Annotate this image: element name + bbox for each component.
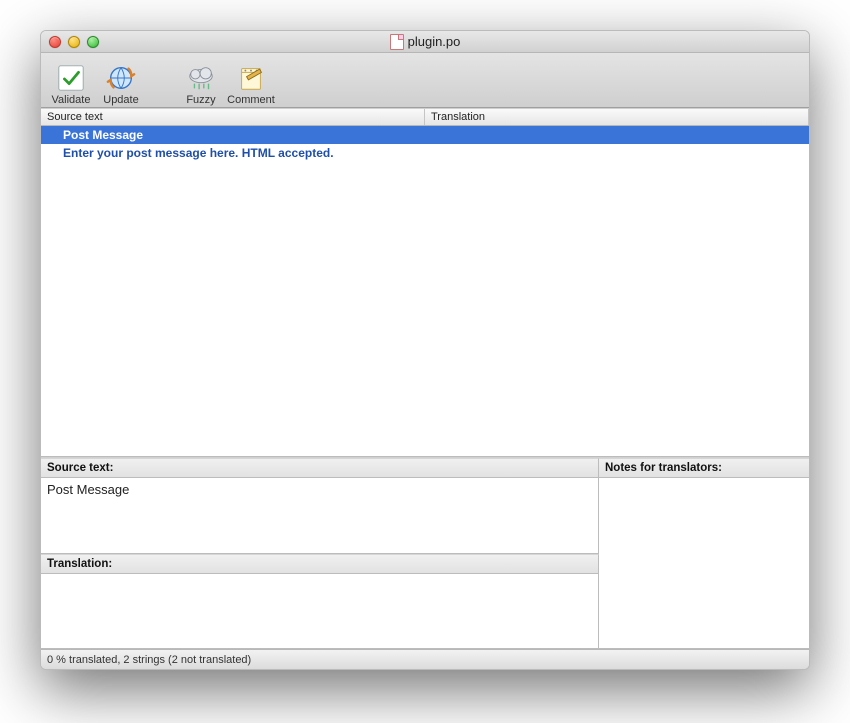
- column-translation-label: Translation: [431, 111, 485, 123]
- cloud-icon: [185, 62, 217, 94]
- column-source[interactable]: Source text: [41, 109, 425, 125]
- update-label: Update: [103, 94, 138, 106]
- app-window: plugin.po Validate Update: [40, 30, 810, 670]
- window-controls: [49, 36, 99, 48]
- list-item[interactable]: Enter your post message here. HTML accep…: [41, 144, 809, 162]
- strings-list[interactable]: Post Message Enter your post message her…: [41, 126, 809, 457]
- checkmark-icon: [55, 62, 87, 94]
- source-text-value: Post Message: [47, 482, 129, 497]
- window-title-text: plugin.po: [408, 34, 461, 49]
- toolbar: Validate Update: [41, 53, 809, 108]
- globe-refresh-icon: [105, 62, 137, 94]
- zoom-icon[interactable]: [87, 36, 99, 48]
- notepad-pencil-icon: [235, 62, 267, 94]
- fuzzy-button[interactable]: Fuzzy: [177, 56, 225, 106]
- validate-button[interactable]: Validate: [47, 56, 95, 106]
- comment-button[interactable]: Comment: [227, 56, 275, 106]
- notes-pane: [599, 478, 809, 649]
- list-item[interactable]: Post Message: [41, 126, 809, 144]
- update-button[interactable]: Update: [97, 56, 145, 106]
- fuzzy-label: Fuzzy: [186, 94, 215, 106]
- list-item-source: Post Message: [63, 128, 143, 142]
- translation-input[interactable]: [41, 574, 599, 650]
- source-text-pane: Post Message: [41, 478, 599, 554]
- source-text-label: Source text:: [41, 458, 599, 478]
- titlebar: plugin.po: [41, 31, 809, 53]
- translation-label: Translation:: [41, 554, 599, 574]
- validate-label: Validate: [52, 94, 91, 106]
- document-icon: [390, 34, 404, 50]
- editor-panel: Source text: Post Message Translation: N…: [41, 457, 809, 649]
- status-text: 0 % translated, 2 strings (2 not transla…: [47, 654, 251, 666]
- list-item-source: Enter your post message here. HTML accep…: [63, 146, 334, 160]
- comment-label: Comment: [227, 94, 275, 106]
- status-bar: 0 % translated, 2 strings (2 not transla…: [41, 649, 809, 669]
- column-translation[interactable]: Translation: [425, 109, 809, 125]
- notes-label: Notes for translators:: [599, 458, 809, 478]
- column-source-label: Source text: [47, 111, 103, 123]
- window-title: plugin.po: [41, 34, 809, 50]
- list-header: Source text Translation: [41, 108, 809, 126]
- close-icon[interactable]: [49, 36, 61, 48]
- minimize-icon[interactable]: [68, 36, 80, 48]
